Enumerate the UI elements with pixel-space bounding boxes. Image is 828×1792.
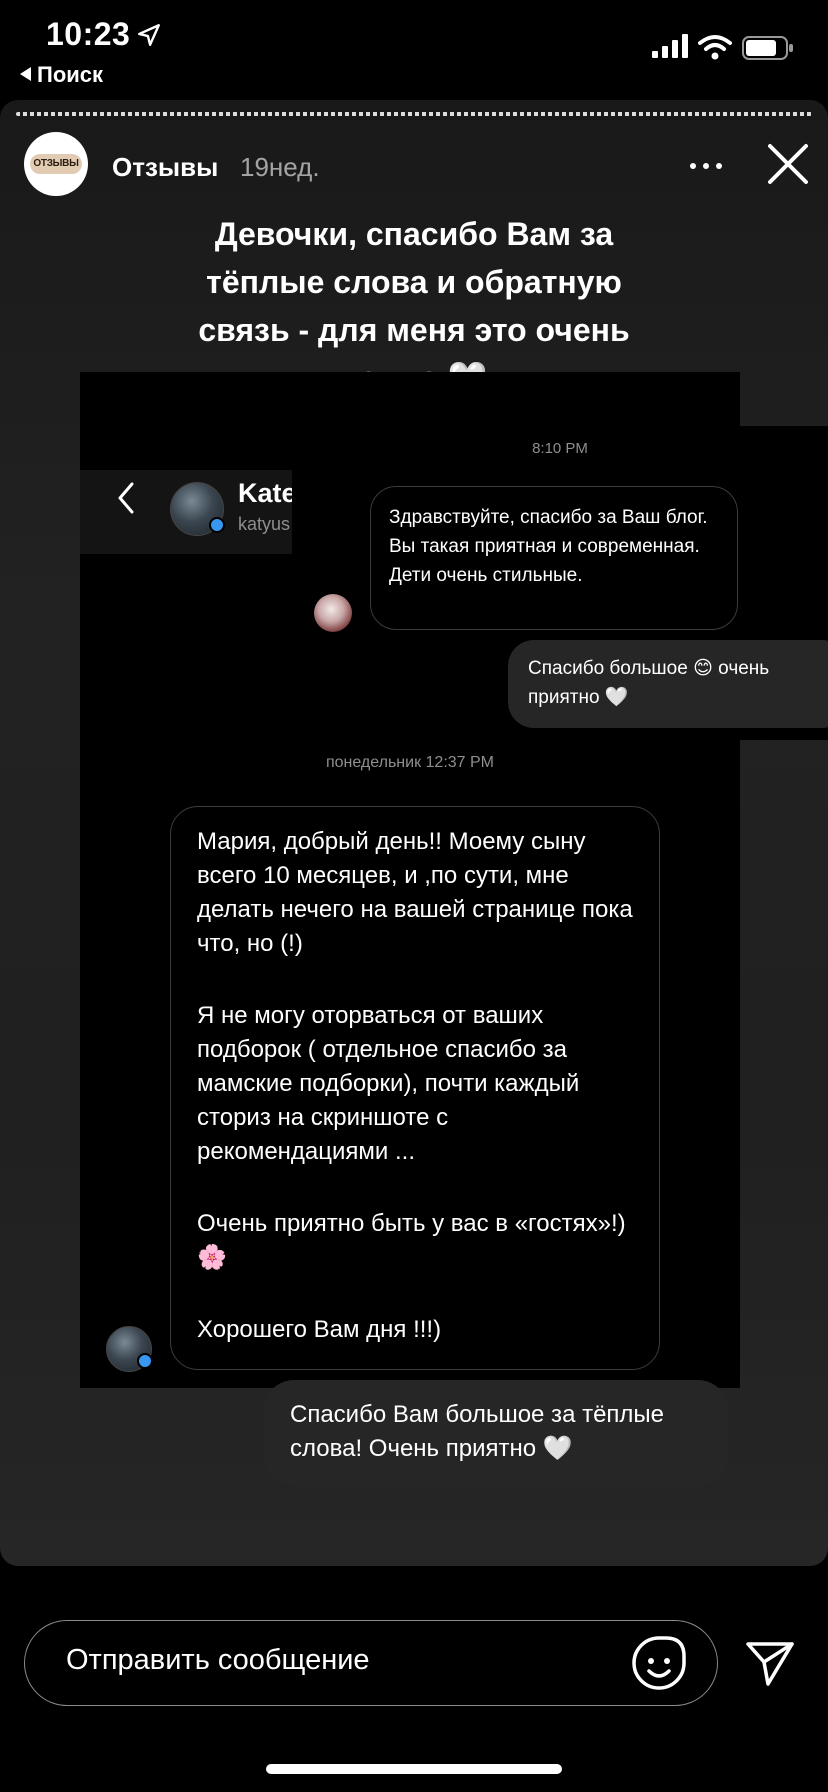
back-label: Поиск: [37, 62, 104, 87]
incoming-message: Мария, добрый день!! Моему сыну всего 10…: [170, 806, 660, 1370]
home-indicator[interactable]: [266, 1764, 562, 1774]
message-paragraph: Я не могу оторваться от ваших подборок (…: [197, 1002, 580, 1165]
close-icon[interactable]: [764, 140, 812, 188]
chat-contact-name: Kate: [238, 478, 297, 508]
chat-contact-username: katyus: [238, 514, 291, 534]
status-time: 10:23: [46, 16, 131, 52]
message-paragraph: Очень приятно быть у вас в «гостях»!) 🌸: [197, 1210, 626, 1271]
story-time-ago: 19нед.: [240, 152, 320, 182]
caption-line: связь - для меня это очень: [198, 312, 630, 348]
message-paragraph: Хорошего Вам дня !!!): [197, 1316, 442, 1343]
back-to-search[interactable]: Поиск: [20, 62, 103, 88]
story-account-name[interactable]: Отзывы: [112, 152, 218, 183]
online-dot: [137, 1353, 153, 1369]
chevron-left-icon: [118, 482, 134, 514]
caption-line: тёплые слова и обратную: [206, 264, 622, 300]
message-timestamp: 8:10 PM: [532, 440, 588, 457]
outgoing-message: Спасибо большое 😊 очень приятно 🤍: [508, 640, 828, 728]
outgoing-message: Спасибо Вам большое за тёплые слова! Оче…: [264, 1380, 728, 1486]
battery-icon: [742, 36, 793, 60]
message-timestamp: понедельник 12:37 PM: [325, 754, 495, 771]
incoming-message: Здравствуйте, спасибо за Ваш блог. Вы та…: [370, 486, 738, 630]
story-progress-bar: [16, 112, 812, 116]
location-arrow-icon: [138, 24, 160, 46]
chat-avatar: [170, 482, 225, 536]
online-dot: [209, 517, 225, 533]
reply-placeholder[interactable]: Отправить сообщение: [66, 1644, 370, 1677]
sender-avatar: [314, 594, 352, 632]
sender-avatar: [106, 1326, 153, 1372]
caption-line: Девочки, спасибо Вам за: [214, 216, 614, 252]
sticker-face-icon[interactable]: [630, 1634, 688, 1692]
more-dots-icon[interactable]: [686, 156, 726, 176]
wifi-icon: [698, 35, 732, 60]
cellular-signal-icon: [652, 34, 688, 58]
message-paragraph: Мария, добрый день!! Моему сыну всего 10…: [197, 828, 633, 957]
story-avatar[interactable]: ОТЗЫВЫ: [24, 132, 88, 196]
send-icon[interactable]: [744, 1638, 796, 1688]
avatar-label: ОТЗЫВЫ: [30, 154, 82, 174]
back-triangle-icon: [20, 67, 31, 81]
